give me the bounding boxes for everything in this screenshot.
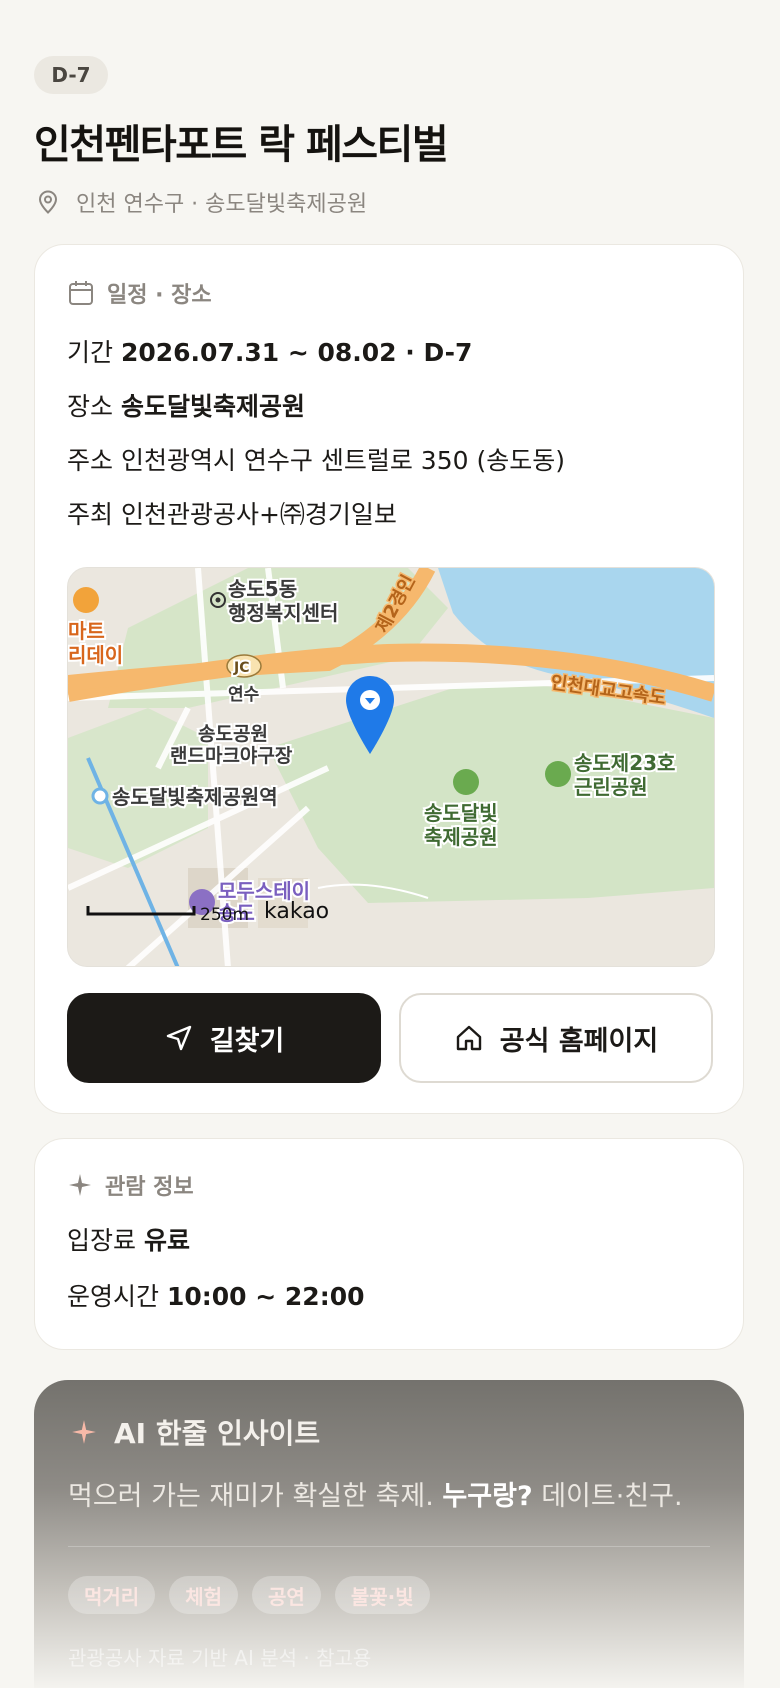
- map-label-park: 송도공원: [198, 723, 268, 745]
- schedule-card: 일정 · 장소 기간 2026.07.31 ~ 08.02 · D-7 장소 송…: [34, 244, 744, 1114]
- address-line: 주소 인천광역시 연수구 센트럴로 350 (송도동): [67, 441, 565, 477]
- fee-label: 입장료: [67, 1226, 137, 1255]
- hours-label: 운영시간: [67, 1282, 160, 1311]
- hours-value: 10:00 ~ 22:00: [166, 1282, 365, 1311]
- festival-detail-page: D-7 인천펜타포트 락 페스티벌 인천 연수구 · 송도달빛축제공원 일정 ·…: [0, 0, 780, 1688]
- ai-text-lead: 먹으러 가는 재미가 확실한 축제.: [68, 1481, 443, 1512]
- ai-disclaimer: 관광공사 자료 기반 AI 분석 · 참고용: [68, 1646, 372, 1670]
- map-label-station: 송도달빛축제공원역: [112, 785, 278, 809]
- page-title: 인천펜타포트 락 페스티벌: [34, 122, 449, 168]
- visit-info-title: 관람 정보: [105, 1175, 194, 1200]
- ai-insight-header: AI 한줄 인사이트: [70, 1412, 320, 1452]
- map-label-mart-2: 리데이: [68, 643, 123, 667]
- map-label-festival-park-2: 축제공원: [424, 825, 498, 849]
- period-label: 기간: [67, 338, 114, 367]
- address-label: 주소: [67, 446, 114, 475]
- map-label-songdo5: 송도5동: [228, 577, 297, 601]
- ai-text-answer: 데이트·친구.: [532, 1481, 683, 1512]
- visit-info-card: 관람 정보 입장료 유료 운영시간 10:00 ~ 22:00: [34, 1138, 744, 1350]
- period-line: 기간 2026.07.31 ~ 08.02 · D-7: [67, 333, 472, 369]
- tag-food[interactable]: 먹거리: [68, 1576, 156, 1614]
- location-text: 인천 연수구 · 송도달빛축제공원: [76, 192, 368, 217]
- location-row: 인천 연수구 · 송도달빛축제공원: [38, 186, 367, 218]
- navigation-arrow-icon: [164, 1023, 210, 1053]
- ai-tag-list: 먹거리 체험 공연 불꽃·빛: [68, 1576, 444, 1614]
- ai-insight-title: AI 한줄 인사이트: [114, 1417, 321, 1450]
- venue-map[interactable]: 송도5동 행정복지센터 마트 리데이 JC 연수 송도공원 랜드마크야구장 송도…: [67, 567, 715, 967]
- venue-value: 송도달빛축제공원: [120, 392, 305, 421]
- mart-poi-icon: [73, 587, 99, 613]
- map-scale-label: 250m: [200, 905, 249, 925]
- location-pin-icon: [38, 190, 76, 214]
- ai-insight-text: 먹으러 가는 재미가 확실한 축제. 누구랑? 데이트·친구.: [68, 1474, 683, 1513]
- tag-fireworks[interactable]: 불꽃·빛: [334, 1576, 430, 1614]
- schedule-header: 일정 · 장소: [67, 277, 212, 309]
- host-line: 주최 인천관광공사+㈜경기일보: [67, 495, 397, 531]
- ai-divider: [68, 1546, 710, 1547]
- home-icon: [454, 1023, 500, 1053]
- visit-info-header: 관람 정보: [67, 1169, 194, 1201]
- schedule-title: 일정 · 장소: [107, 283, 212, 308]
- host-label: 주최: [67, 500, 114, 529]
- tag-performance[interactable]: 공연: [252, 1576, 321, 1614]
- map-label-office: 행정복지센터: [228, 601, 338, 625]
- map-label-festival-park: 송도달빛: [424, 801, 498, 825]
- map-provider-logo: kakao: [264, 899, 329, 924]
- map-label-ballpark: 랜드마크야구장: [170, 745, 293, 767]
- venue-label: 장소: [67, 392, 114, 421]
- map-label-jc: JC: [233, 660, 249, 676]
- address-value: 인천광역시 연수구 센트럴로 350 (송도동): [120, 446, 565, 475]
- homepage-button[interactable]: 공식 홈페이지: [399, 993, 713, 1083]
- period-value: 2026.07.31 ~ 08.02 · D-7: [120, 338, 473, 367]
- directions-button[interactable]: 길찾기: [67, 993, 381, 1083]
- hours-line: 운영시간 10:00 ~ 22:00: [67, 1277, 364, 1313]
- ai-insight-card: AI 한줄 인사이트 먹으러 가는 재미가 확실한 축제. 누구랑? 데이트·친…: [34, 1380, 744, 1688]
- map-label-neighborhood-park-2: 근린공원: [574, 775, 648, 799]
- map-label-mart: 마트: [68, 619, 105, 643]
- directions-label: 길찾기: [209, 1025, 285, 1057]
- sparkle-icon: [67, 1172, 93, 1198]
- ai-sparkle-icon: [70, 1418, 98, 1446]
- homepage-label: 공식 홈페이지: [499, 1025, 659, 1057]
- fee-value: 유료: [143, 1226, 190, 1255]
- calendar-icon: [67, 279, 95, 307]
- venue-line: 장소 송도달빛축제공원: [67, 387, 305, 423]
- ai-text-question: 누구랑?: [442, 1481, 533, 1512]
- host-value: 인천관광공사+㈜경기일보: [120, 500, 397, 529]
- map-label-yeonsu: 연수: [228, 685, 260, 705]
- fee-line: 입장료 유료: [67, 1221, 190, 1257]
- map-label-neighborhood-park: 송도제23호: [574, 751, 675, 775]
- dday-badge: D-7: [34, 56, 108, 94]
- tag-experience[interactable]: 체험: [169, 1576, 239, 1614]
